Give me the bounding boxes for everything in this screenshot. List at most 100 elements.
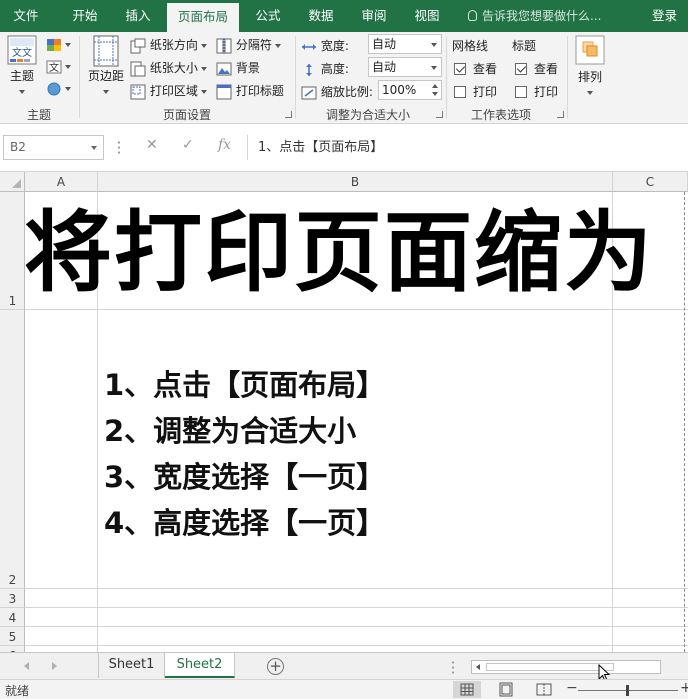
- tab-splitter-grip[interactable]: [452, 660, 454, 674]
- gridlines-print-checkbox[interactable]: 打印: [454, 83, 497, 100]
- insert-function-icon[interactable]: fx: [218, 137, 231, 153]
- gridlines-view-checkbox[interactable]: 查看: [454, 60, 497, 77]
- chevron-down-icon: [65, 64, 71, 69]
- tell-me-search[interactable]: 告诉我您想要做什么...: [468, 0, 601, 32]
- scale-stepper[interactable]: 100%: [378, 80, 442, 100]
- margins-button[interactable]: 页边距: [86, 35, 126, 94]
- svg-text:文文: 文文: [12, 46, 32, 59]
- width-label: 宽度:: [320, 39, 349, 53]
- tab-data[interactable]: 数据: [298, 0, 344, 32]
- chevron-down-icon: [200, 89, 207, 94]
- headings-view-label: 查看: [534, 62, 559, 76]
- scale-value: 100%: [382, 83, 417, 97]
- chevron-down-icon: [200, 43, 207, 48]
- size-button[interactable]: 纸张大小: [130, 59, 207, 77]
- chevron-down-icon: [274, 43, 281, 48]
- height-value: 自动: [372, 60, 397, 74]
- orientation-button[interactable]: 纸张方向: [130, 36, 207, 54]
- row-header-2[interactable]: 2: [0, 310, 25, 589]
- enter-icon[interactable]: ✓: [182, 137, 194, 153]
- sheet-options-launcher[interactable]: [557, 111, 564, 118]
- spin-arrows-icon[interactable]: [431, 82, 439, 98]
- scrollbar-thumb[interactable]: [486, 663, 614, 671]
- tab-formulas[interactable]: 公式: [245, 0, 291, 32]
- tell-me-text: 告诉我您想要做什么...: [482, 9, 602, 23]
- width-icon: [302, 43, 316, 50]
- margins-label: 页边距: [87, 69, 124, 83]
- name-box[interactable]: B2: [3, 135, 104, 160]
- effects-button[interactable]: [46, 81, 71, 96]
- tab-review[interactable]: 审阅: [351, 0, 397, 32]
- add-sheet-button[interactable]: +: [267, 658, 284, 675]
- margins-icon: [93, 35, 119, 67]
- formula-input[interactable]: 1、点击【页面布局】: [247, 135, 688, 160]
- colors-button[interactable]: [46, 37, 71, 52]
- themes-button[interactable]: 文文 主题: [5, 35, 39, 94]
- zoom-slider-knob[interactable]: [626, 685, 629, 696]
- background-button[interactable]: 背景: [216, 59, 260, 77]
- select-all-button[interactable]: [0, 172, 25, 192]
- worksheet-grid[interactable]: A B C 1 2 3 4 5 6 将打印页面缩为 1、点击【页面布局】 2、调…: [0, 172, 688, 652]
- chevron-down-icon: [587, 90, 593, 95]
- page-layout-view-button[interactable]: [492, 681, 520, 698]
- scroll-right-icon[interactable]: [52, 662, 57, 670]
- normal-view-button[interactable]: [453, 681, 481, 698]
- background-image-icon: [216, 62, 232, 75]
- scroll-left-arrow-icon[interactable]: [476, 664, 480, 670]
- login-button[interactable]: 登录: [652, 0, 677, 32]
- width-select[interactable]: 自动: [368, 34, 442, 54]
- headings-view-checkbox[interactable]: 查看: [515, 60, 558, 77]
- tab-view[interactable]: 视图: [404, 0, 450, 32]
- height-select[interactable]: 自动: [368, 57, 442, 77]
- print-area-button[interactable]: 打印区域: [130, 82, 207, 100]
- steps-cell[interactable]: 1、点击【页面布局】 2、调整为合适大小 3、宽度选择【一页】 4、高度选择【一…: [104, 362, 385, 546]
- page-setup-launcher[interactable]: [285, 111, 292, 118]
- tab-home[interactable]: 开始: [60, 0, 110, 32]
- gridline: [25, 588, 688, 589]
- chevron-down-icon: [431, 43, 437, 47]
- row-number: 3: [8, 592, 17, 606]
- cancel-icon[interactable]: ✕: [146, 137, 158, 153]
- zoom-out-button[interactable]: −: [566, 680, 578, 696]
- sheet-tab-sheet1[interactable]: Sheet1: [98, 653, 165, 678]
- scale-to-fit-launcher[interactable]: [436, 111, 443, 118]
- row-header-5[interactable]: 5: [0, 627, 25, 646]
- chevron-down-icon: [91, 146, 97, 150]
- height-label: 高度:: [320, 62, 349, 76]
- checkbox-checked-icon: [515, 63, 527, 75]
- tab-page-layout[interactable]: 页面布局: [167, 3, 239, 32]
- row-header-3[interactable]: 3: [0, 589, 25, 608]
- print-titles-button[interactable]: 打印标题: [216, 82, 284, 100]
- checkbox-unchecked-icon: [454, 86, 466, 98]
- orientation-label: 纸张方向: [149, 38, 198, 52]
- breaks-label: 分隔符: [235, 38, 272, 52]
- column-header-b[interactable]: B: [98, 172, 613, 192]
- name-box-value: B2: [10, 140, 26, 154]
- tab-insert[interactable]: 插入: [113, 0, 163, 32]
- gridlines-heading: 网格线: [452, 39, 489, 53]
- themes-group-label: 主题: [26, 108, 51, 122]
- arrange-button[interactable]: 排列: [574, 35, 606, 95]
- row-header-4[interactable]: 4: [0, 608, 25, 627]
- color-palette-icon: [47, 38, 61, 51]
- column-header-a[interactable]: A: [25, 172, 98, 192]
- status-bar: 就绪 − +: [0, 679, 688, 699]
- tab-file[interactable]: 文件: [0, 0, 52, 32]
- column-header-c[interactable]: C: [613, 172, 688, 192]
- headings-heading: 标题: [512, 39, 537, 53]
- breaks-button[interactable]: 分隔符: [216, 36, 281, 54]
- checkbox-unchecked-icon: [515, 86, 527, 98]
- headings-print-checkbox[interactable]: 打印: [515, 83, 558, 100]
- row-header-1[interactable]: 1: [0, 192, 25, 310]
- page-break-preview-button[interactable]: [530, 681, 558, 698]
- formula-bar-grip[interactable]: [118, 140, 120, 154]
- horizontal-scrollbar[interactable]: [471, 660, 661, 674]
- row-number: 4: [8, 611, 17, 625]
- group-divider: [295, 36, 296, 118]
- scroll-left-icon[interactable]: [24, 662, 29, 670]
- zoom-in-button[interactable]: +: [680, 680, 688, 696]
- row-number: 2: [8, 573, 17, 587]
- sheet-tab-sheet2[interactable]: Sheet2: [165, 653, 235, 678]
- sheet-tab-bar: Sheet1 Sheet2 +: [0, 652, 688, 682]
- fonts-button[interactable]: 文: [46, 59, 71, 74]
